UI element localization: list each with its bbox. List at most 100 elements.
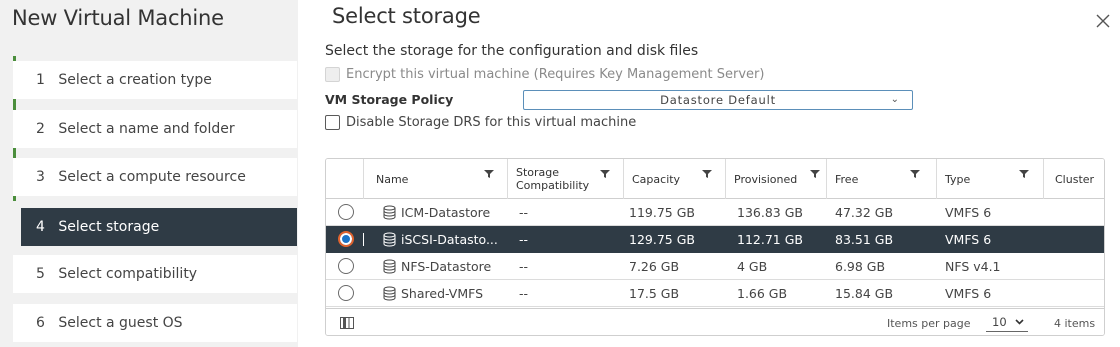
table-row[interactable]: iSCSI-Datasto... -- 129.75 GB 112.71 GB … [326,226,1104,253]
cell-free: 6.98 GB [835,259,886,274]
items-per-page-value: 10 [992,315,1007,329]
filter-icon[interactable] [702,169,712,179]
items-per-page-select[interactable]: 10 [986,315,1028,332]
col-header-label: Capacity [632,172,681,186]
filter-icon[interactable] [600,169,610,179]
disable-drs-checkbox[interactable] [325,115,340,130]
step-number: 4 [36,219,45,235]
cell-name: Shared-VMFS [401,286,484,301]
cell-cluster [1051,226,1104,253]
col-header-provisioned[interactable]: Provisioned [725,159,826,199]
step-number: 6 [36,315,45,331]
column-toggle-icon[interactable] [340,317,354,329]
step-label: Select a guest OS [58,315,183,331]
step-name-and-folder[interactable]: 2 Select a name and folder [13,110,297,148]
step-label: Select compatibility [58,266,198,282]
col-header-free[interactable]: Free [826,159,936,199]
row-divider [363,233,364,246]
wizard-content: Select storage Select the storage for th… [298,0,1120,347]
table-row[interactable]: NFS-Datastore -- 7.26 GB 4 GB 6.98 GB NF… [326,253,1104,280]
cell-provisioned: 1.66 GB [737,286,788,301]
item-count: 4 items [1054,317,1096,330]
col-header-label: Type [945,172,971,186]
cell-provisioned: 112.71 GB [737,232,803,247]
col-header-capacity[interactable]: Capacity [623,159,725,199]
cell-provisioned: 4 GB [737,259,768,274]
step-number: 5 [36,266,45,282]
step-label: Select a name and folder [58,121,235,137]
row-radio[interactable] [338,204,354,220]
cell-capacity: 119.75 GB [629,205,695,220]
vm-storage-policy-select[interactable]: Datastore Default ⌄ [523,90,913,110]
filter-icon[interactable] [810,169,820,179]
row-radio[interactable] [338,231,354,247]
row-radio[interactable] [338,285,354,301]
col-header-label: Provisioned [734,172,798,186]
cell-name: NFS-Datastore [401,259,492,274]
datastore-icon [383,286,396,301]
cell-compatibility: -- [519,259,529,274]
step-guest-os[interactable]: 6 Select a guest OS [13,304,297,342]
cell-capacity: 129.75 GB [629,232,695,247]
step-select-storage[interactable]: 4 Select storage [21,208,297,246]
cell-cluster [1051,199,1104,226]
col-header-name[interactable]: Name [363,159,507,199]
col-header-label: Cluster [1055,172,1095,186]
cell-free: 83.51 GB [835,232,894,247]
close-icon[interactable] [1094,12,1112,30]
cell-name: iSCSI-Datasto... [401,232,498,247]
cell-capacity: 7.26 GB [629,259,680,274]
grid-footer: Items per page 10 4 items [326,308,1104,335]
col-header-type[interactable]: Type [936,159,1043,199]
col-header-cluster[interactable]: Cluster [1043,159,1104,199]
encrypt-vm-option: Encrypt this virtual machine (Requires K… [325,67,764,82]
cell-type: VMFS 6 [945,205,992,220]
disable-drs-label: Disable Storage DRS for this virtual mac… [346,115,637,130]
table-row[interactable]: ICM-Datastore -- 119.75 GB 136.83 GB 47.… [326,199,1104,226]
cell-cluster [1051,280,1104,307]
datastore-icon [383,205,396,220]
table-row[interactable]: Shared-VMFS -- 17.5 GB 1.66 GB 15.84 GB … [326,280,1104,307]
col-header-select [326,159,363,199]
page-subtitle: Select the storage for the configuration… [325,43,699,59]
policy-selected-value: Datastore Default [660,93,776,107]
datastore-grid: Name Storage Compatibility Capacity Prov… [325,158,1105,336]
new-vm-wizard: New Virtual Machine 1 Select a creation … [0,0,1120,347]
step-creation-type[interactable]: 1 Select a creation type [13,61,297,99]
step-number: 1 [36,72,45,88]
col-header-label: Free [835,172,859,186]
wizard-sidebar: New Virtual Machine 1 Select a creation … [0,0,298,347]
chevron-down-icon [1015,319,1024,325]
cell-free: 47.32 GB [835,205,894,220]
page-title: Select storage [332,4,481,28]
filter-icon[interactable] [1019,169,1029,179]
cell-cluster [1051,253,1104,280]
col-header-compatibility[interactable]: Storage Compatibility [507,159,623,199]
step-label: Select a compute resource [58,169,246,185]
cell-provisioned: 136.83 GB [737,205,803,220]
wizard-title: New Virtual Machine [12,6,224,30]
encrypt-vm-checkbox [325,67,340,82]
step-number: 3 [36,169,45,185]
step-number: 2 [36,121,45,137]
step-compatibility[interactable]: 5 Select compatibility [13,255,297,293]
step-label: Select a creation type [58,72,212,88]
filter-icon[interactable] [484,169,494,179]
step-label: Select storage [58,219,160,235]
cell-capacity: 17.5 GB [629,286,680,301]
col-header-label: Storage Compatibility [516,166,590,192]
cell-compatibility: -- [519,232,529,247]
vm-storage-policy-label: VM Storage Policy [325,92,454,107]
disable-drs-option[interactable]: Disable Storage DRS for this virtual mac… [325,115,636,130]
datastore-icon [383,232,396,247]
row-radio[interactable] [338,258,354,274]
cell-name: ICM-Datastore [401,205,491,220]
col-header-label: Name [376,172,409,186]
cell-free: 15.84 GB [835,286,894,301]
cell-compatibility: -- [519,286,529,301]
filter-icon[interactable] [910,169,920,179]
cell-type: VMFS 6 [945,286,992,301]
cell-type: NFS v4.1 [945,259,1001,274]
cell-type: VMFS 6 [945,232,992,247]
step-compute-resource[interactable]: 3 Select a compute resource [13,158,297,196]
